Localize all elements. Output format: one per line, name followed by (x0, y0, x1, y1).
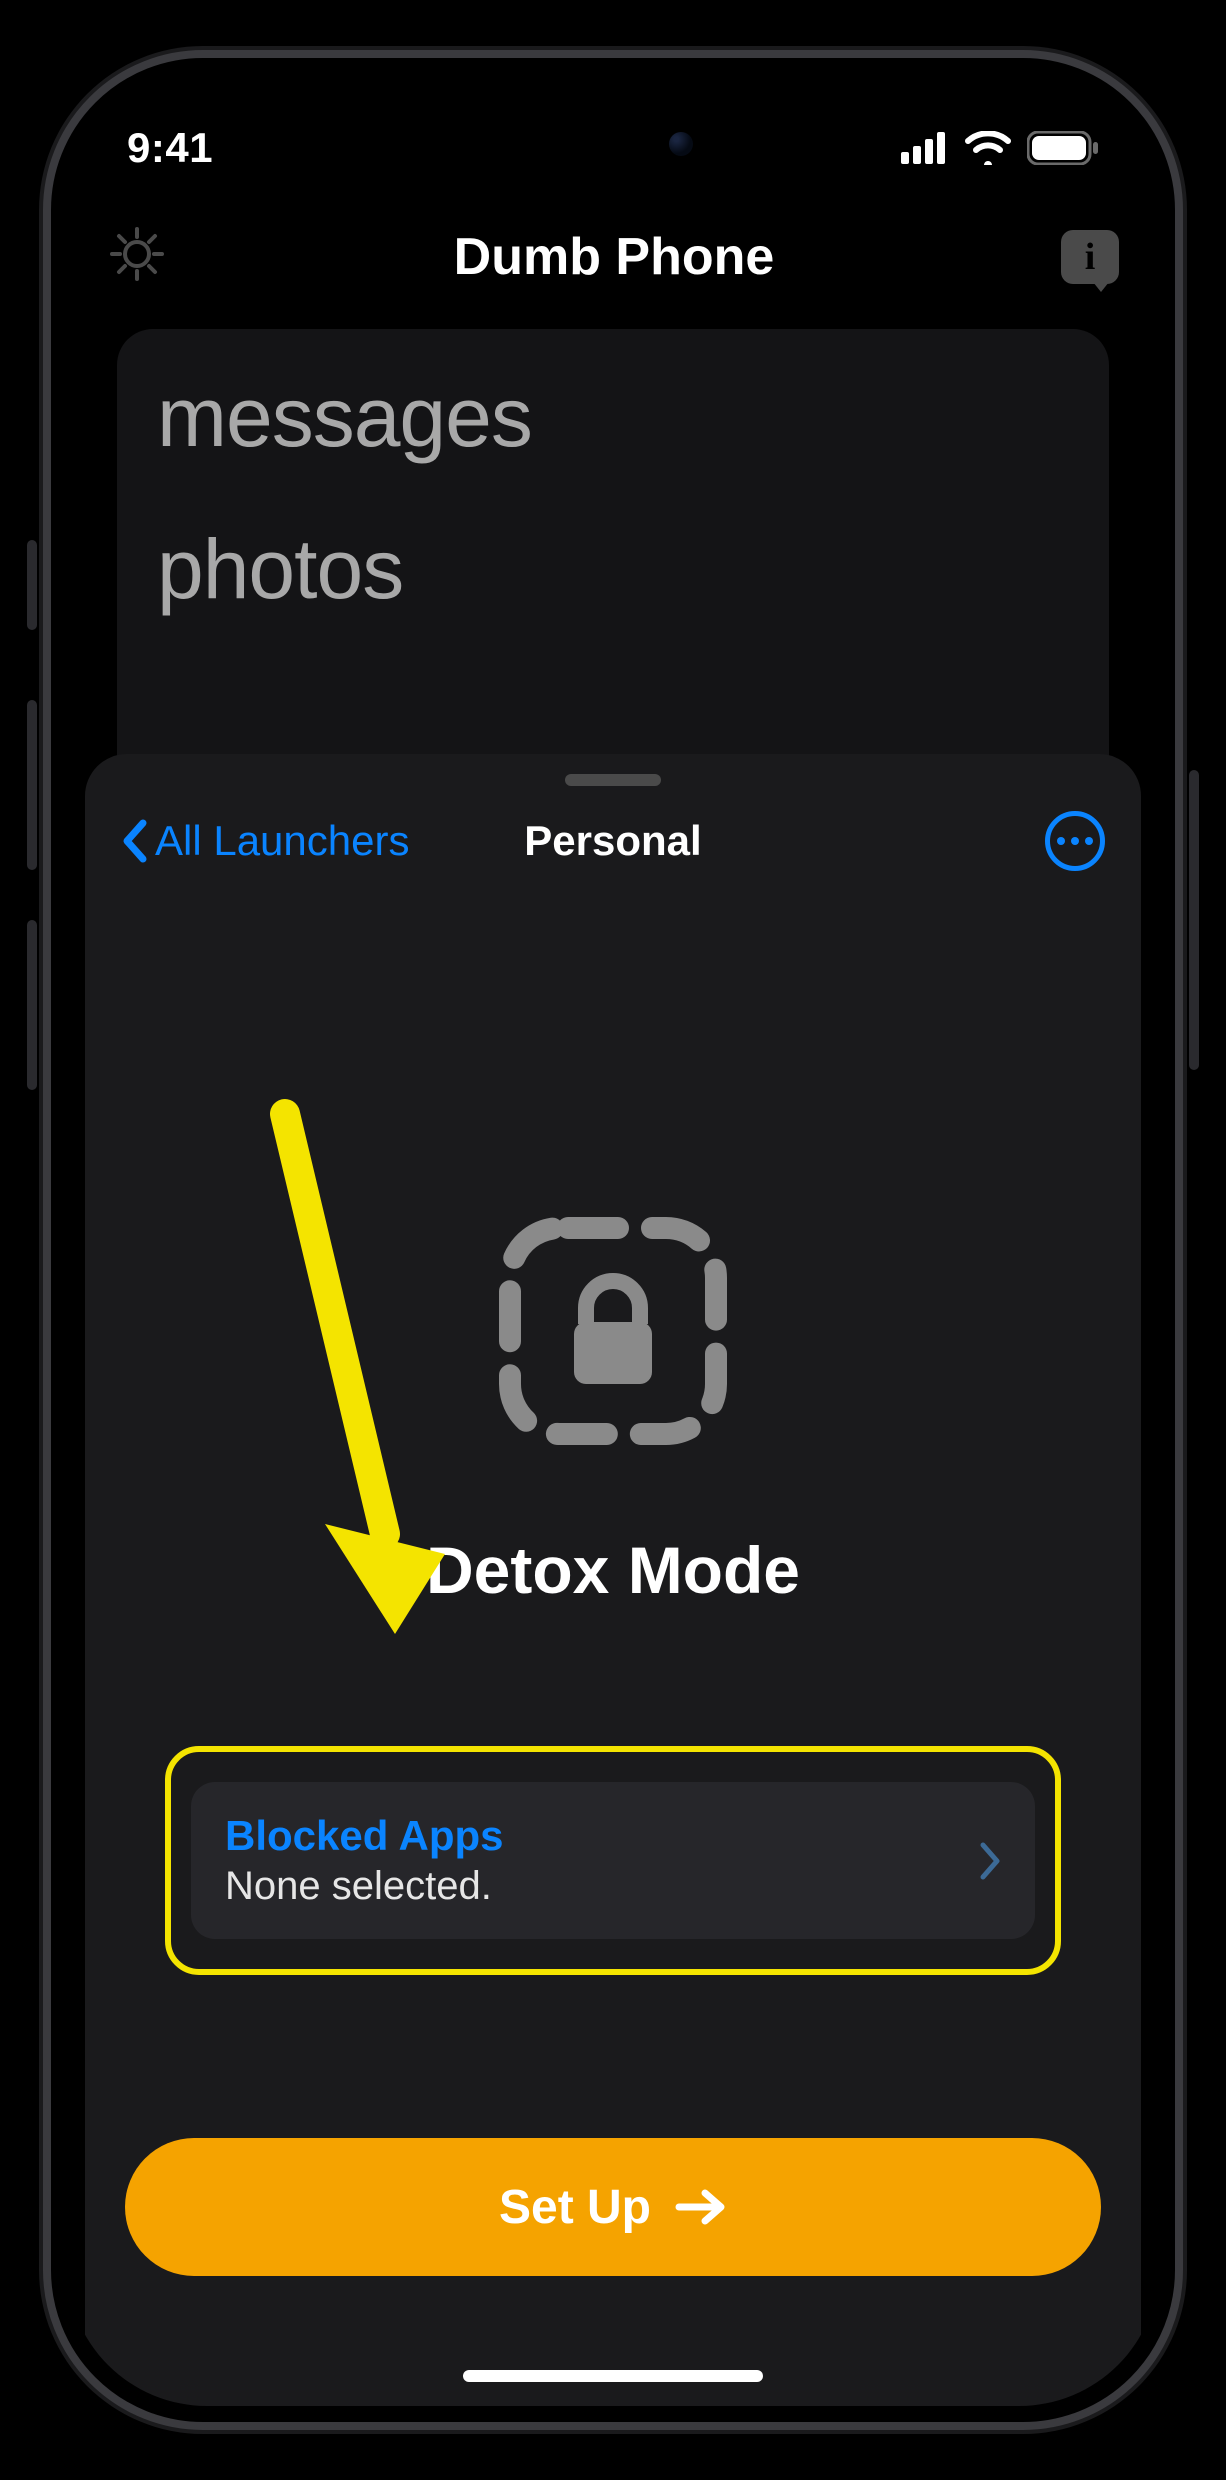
launcher-preview-card: messages photos (117, 329, 1109, 796)
back-label: All Launchers (155, 817, 409, 865)
blocked-apps-subtitle: None selected. (225, 1864, 504, 1909)
volume-up-button (27, 700, 37, 870)
app-title: Dumb Phone (454, 227, 775, 287)
launcher-app-item: photos (157, 523, 1069, 615)
power-button (1189, 770, 1199, 1070)
lock-dashed-icon (498, 1216, 728, 1446)
info-button[interactable]: i (1061, 230, 1119, 284)
chevron-left-icon (121, 819, 147, 863)
info-icon: i (1085, 235, 1096, 279)
volume-down-button (27, 920, 37, 1090)
blocked-apps-row[interactable]: Blocked Apps None selected. (191, 1782, 1035, 1939)
detox-icon-container (498, 1216, 728, 1446)
sheet-title: Personal (524, 817, 701, 865)
chevron-right-icon (979, 1841, 1001, 1881)
sheet-grabber[interactable] (565, 774, 661, 786)
home-indicator[interactable] (463, 2370, 763, 2382)
settings-sheet: All Launchers Personal (85, 754, 1141, 2406)
battery-icon (1027, 131, 1099, 165)
more-button[interactable] (1045, 811, 1105, 871)
detox-section: Detox Mode (85, 876, 1141, 1608)
setup-label: Set Up (499, 2180, 651, 2235)
nav-bar: Dumb Phone i (67, 194, 1159, 329)
settings-button[interactable] (107, 224, 167, 289)
screen: 9:41 (67, 74, 1159, 2406)
sheet-nav: All Launchers Personal (85, 806, 1141, 876)
phone-frame: 9:41 (43, 50, 1183, 2430)
cellular-icon (901, 132, 949, 164)
arrow-right-icon (675, 2187, 727, 2227)
setup-button[interactable]: Set Up (125, 2138, 1101, 2276)
dynamic-island (473, 104, 753, 184)
launcher-app-item: messages (157, 371, 1069, 463)
status-time: 9:41 (127, 124, 213, 172)
gear-icon (107, 224, 167, 284)
detox-title: Detox Mode (426, 1532, 800, 1608)
wifi-icon (965, 131, 1011, 165)
status-indicators (901, 131, 1099, 165)
silent-switch (27, 540, 37, 630)
blocked-apps-label: Blocked Apps (225, 1812, 504, 1860)
back-button[interactable]: All Launchers (121, 817, 409, 865)
annotation-highlight: Blocked Apps None selected. (165, 1746, 1061, 1975)
ellipsis-icon (1057, 837, 1065, 845)
